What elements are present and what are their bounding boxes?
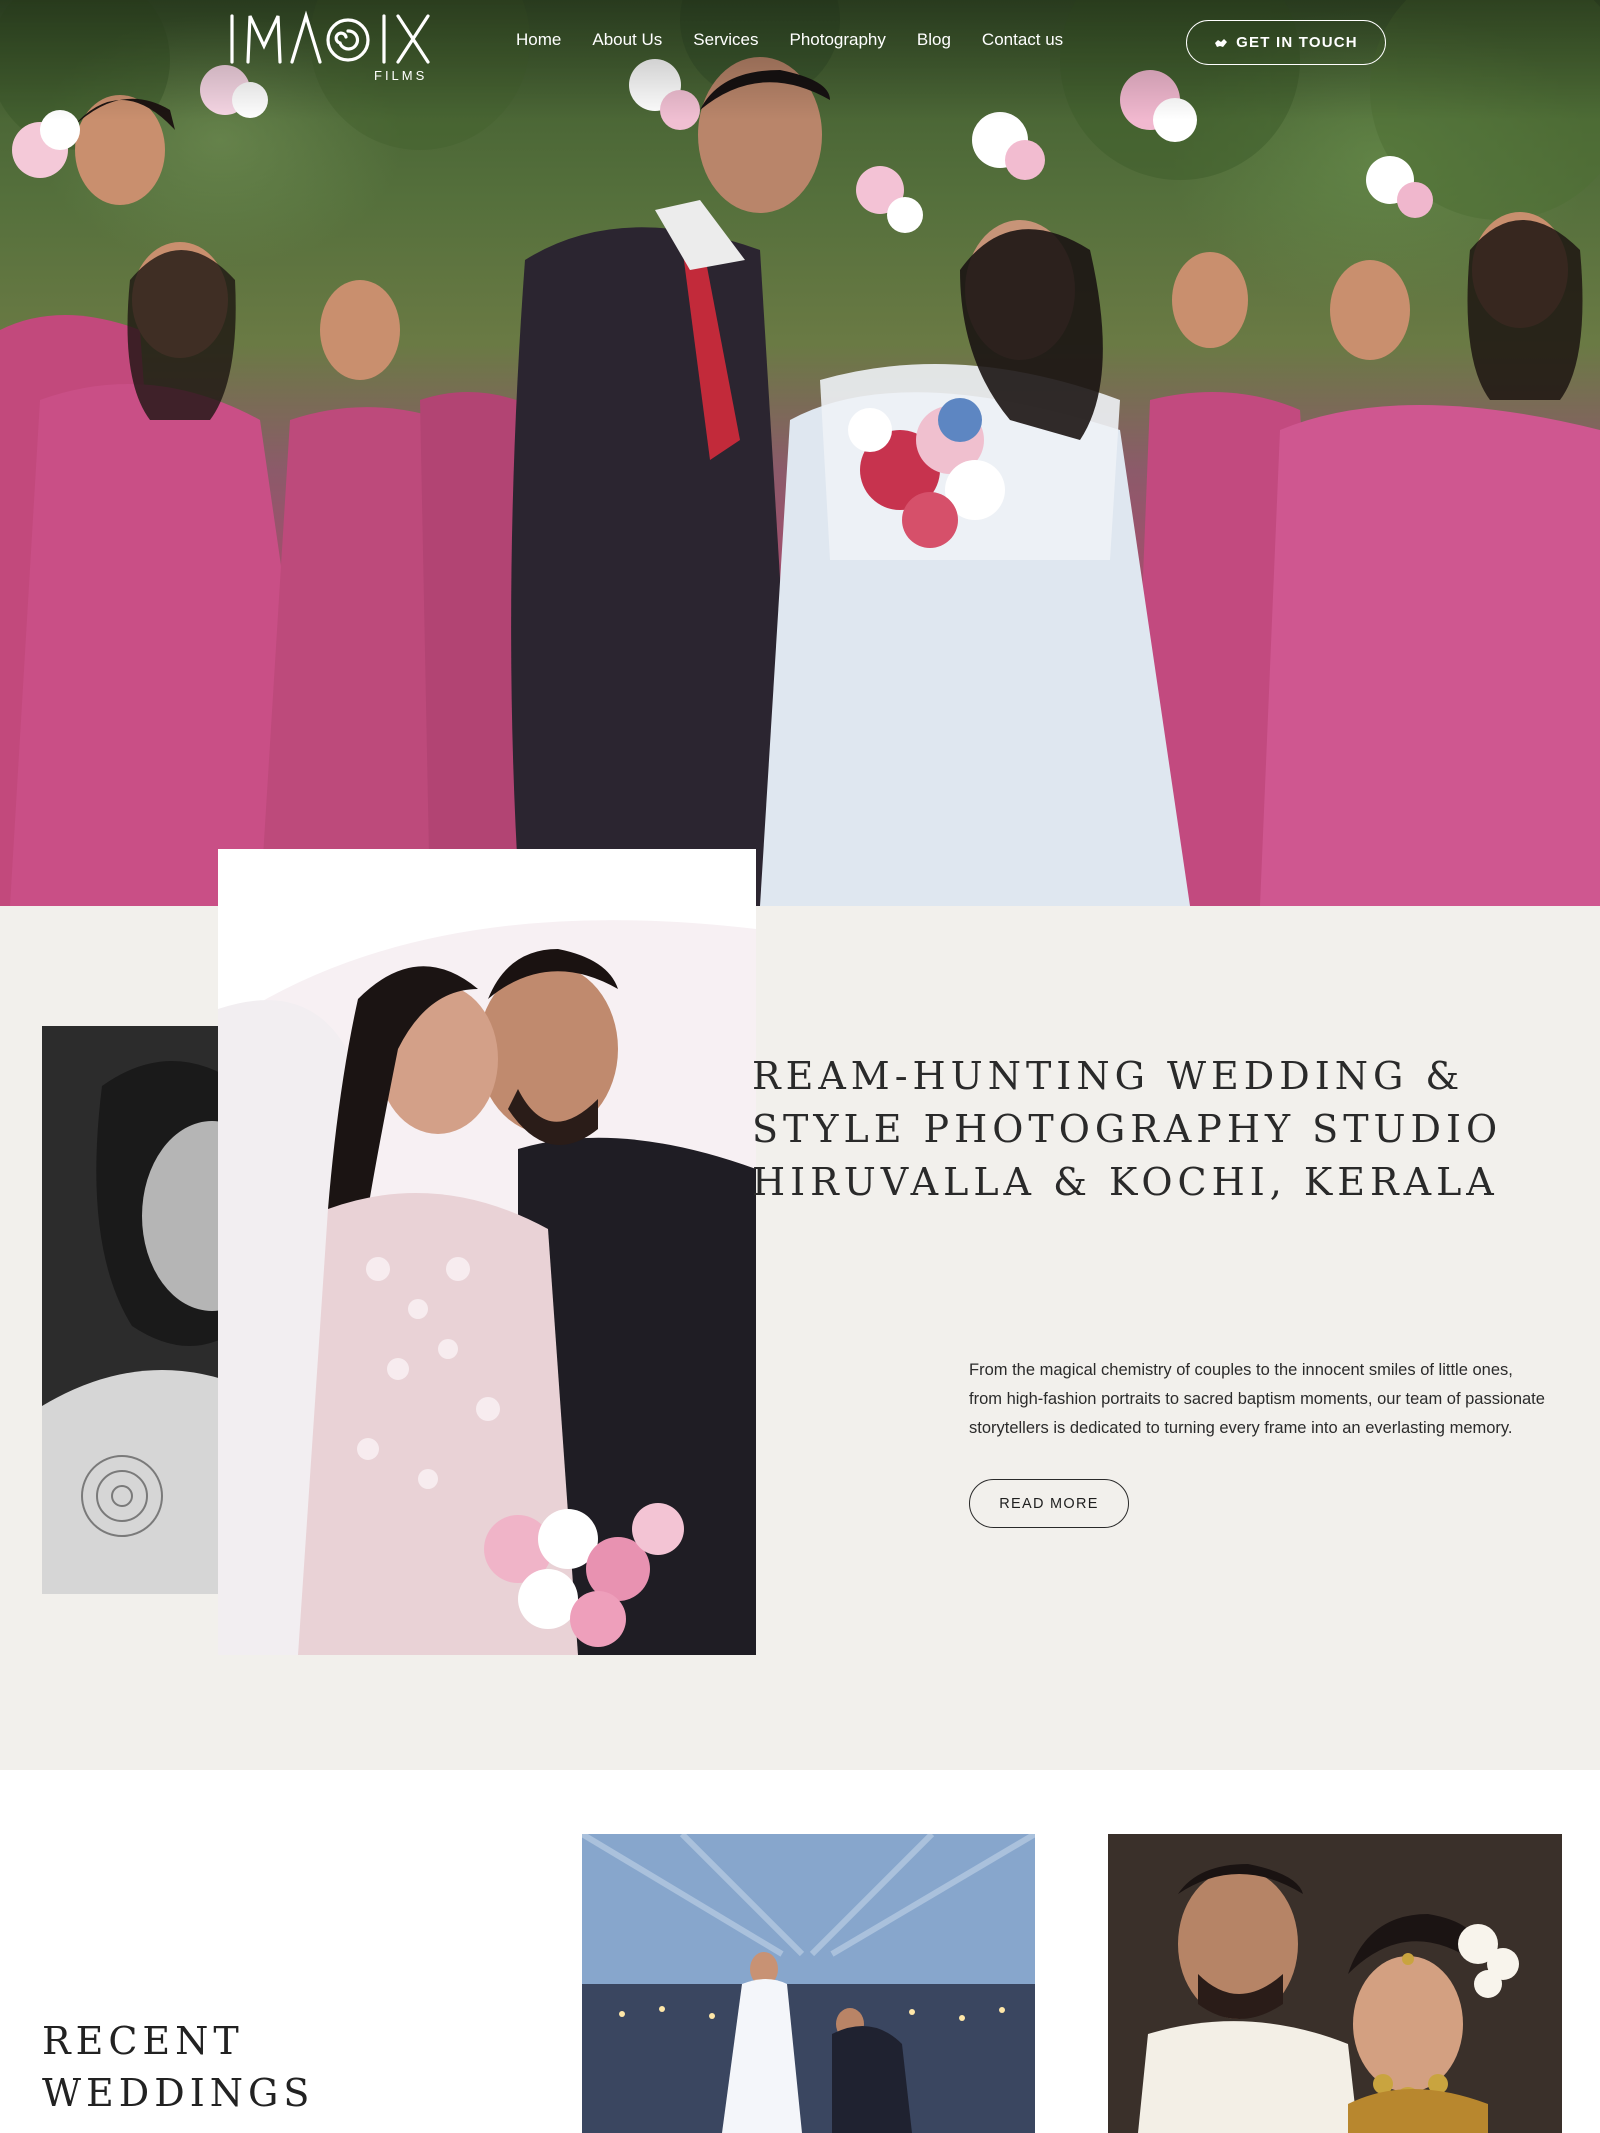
headline-line-2: STYLE PHOTOGRAPHY STUDIO: [752, 1107, 1503, 1151]
handshake-icon: [1215, 38, 1228, 47]
recent-title-line-1: RECENT: [42, 2019, 244, 2063]
tent-wedding-illustration: [582, 1834, 1035, 2133]
about-blurb: From the magical chemistry of couples to…: [969, 1361, 1545, 1437]
couple-veil-illustration: [218, 849, 756, 1655]
logo-sub-text: FILMS: [374, 68, 427, 83]
couple-portrait-photo: [218, 849, 756, 1655]
nav-photography[interactable]: Photography: [789, 30, 885, 50]
nav-about-us[interactable]: About Us: [592, 30, 662, 50]
bw-portrait-photo: [42, 1026, 242, 1594]
get-in-touch-label: GET IN TOUCH: [1236, 34, 1358, 51]
recent-wedding-card-2[interactable]: [1108, 1834, 1562, 2133]
nav-contact-us[interactable]: Contact us: [982, 30, 1063, 50]
wedding-party-illustration: [0, 0, 1600, 906]
headline-line-1: REAM-HUNTING WEDDING &: [752, 1054, 1465, 1098]
nav-home[interactable]: Home: [516, 30, 561, 50]
nav-blog[interactable]: Blog: [917, 30, 951, 50]
brand-logo[interactable]: FILMS: [228, 6, 438, 84]
recent-weddings-title: RECENT WEDDINGS: [42, 2015, 314, 2119]
bw-portrait-illustration: [42, 1026, 242, 1594]
traditional-wedding-illustration: [1108, 1834, 1562, 2133]
site-header: FILMS Home About Us Services Photography…: [0, 0, 1600, 90]
studio-headline: REAM-HUNTING WEDDING & STYLE PHOTOGRAPHY…: [752, 1050, 1552, 1209]
read-more-button[interactable]: READ MORE: [969, 1479, 1129, 1528]
logo-wordmark: FILMS: [230, 10, 430, 83]
nav-services[interactable]: Services: [693, 30, 758, 50]
headline-line-3: HIRUVALLA & KOCHI, KERALA: [752, 1160, 1499, 1204]
hero-image: [0, 0, 1600, 906]
recent-wedding-card-1[interactable]: [582, 1834, 1035, 2133]
recent-title-line-2: WEDDINGS: [42, 2071, 315, 2115]
get-in-touch-button[interactable]: GET IN TOUCH: [1186, 20, 1386, 65]
main-nav: Home About Us Services Photography Blog …: [516, 30, 1094, 50]
